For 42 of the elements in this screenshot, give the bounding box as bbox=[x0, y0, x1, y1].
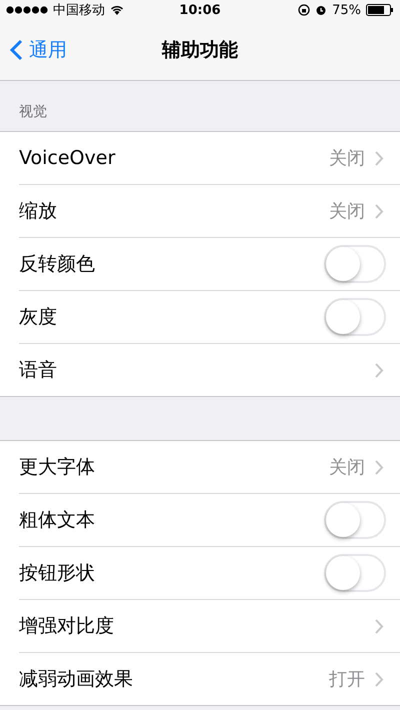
section-header: 视觉 bbox=[19, 103, 47, 121]
chevron-icon bbox=[375, 460, 384, 474]
chevron-icon bbox=[375, 672, 384, 686]
row-label: 语音 bbox=[19, 358, 58, 383]
back-chevron-icon bbox=[10, 39, 23, 61]
row-label: 增强对比度 bbox=[19, 614, 115, 639]
row-label: 减弱动画效果 bbox=[19, 667, 134, 692]
settings-row[interactable]: 减弱动画效果 打开 bbox=[19, 652, 400, 705]
chevron-icon bbox=[375, 204, 384, 218]
toggle-switch[interactable] bbox=[324, 245, 386, 283]
settings-row[interactable]: 语音 bbox=[19, 343, 400, 396]
row-value: 关闭 bbox=[329, 200, 365, 223]
back-button[interactable]: 通用 bbox=[0, 37, 67, 63]
toggle-switch[interactable] bbox=[324, 298, 386, 336]
wifi-icon bbox=[110, 5, 124, 15]
clock-time: 10:06 bbox=[179, 2, 221, 18]
row-label: VoiceOver bbox=[19, 147, 116, 169]
row-label: 更大字体 bbox=[19, 455, 96, 480]
settings-row[interactable]: 更大字体 关闭 bbox=[19, 441, 400, 493]
page-title: 辅助功能 bbox=[162, 38, 238, 63]
row-label: 缩放 bbox=[19, 199, 58, 224]
settings-row[interactable]: 增强对比度 bbox=[19, 599, 400, 652]
chevron-icon bbox=[375, 362, 384, 378]
row-value: 关闭 bbox=[329, 147, 365, 170]
row-label: 反转颜色 bbox=[19, 252, 96, 277]
row-label: 灰度 bbox=[19, 305, 58, 330]
row-value: 关闭 bbox=[329, 456, 365, 479]
row-label: 粗体文本 bbox=[19, 508, 96, 533]
carrier-name: 中国移动 bbox=[53, 2, 105, 19]
chevron-icon bbox=[375, 618, 384, 634]
toggle-switch[interactable] bbox=[324, 554, 386, 592]
battery-percent: 75% bbox=[332, 2, 361, 18]
toggle-switch[interactable] bbox=[324, 501, 386, 539]
settings-row[interactable]: 缩放 关闭 bbox=[19, 184, 400, 237]
row-value: 打开 bbox=[329, 668, 365, 691]
row-label: 按钮形状 bbox=[19, 561, 96, 586]
battery-icon bbox=[366, 4, 394, 16]
signal-icon bbox=[6, 6, 48, 14]
rotation-lock-icon bbox=[298, 4, 310, 16]
alarm-icon bbox=[315, 4, 328, 16]
chevron-icon bbox=[375, 150, 384, 166]
settings-row[interactable]: VoiceOver 关闭 bbox=[19, 132, 400, 184]
